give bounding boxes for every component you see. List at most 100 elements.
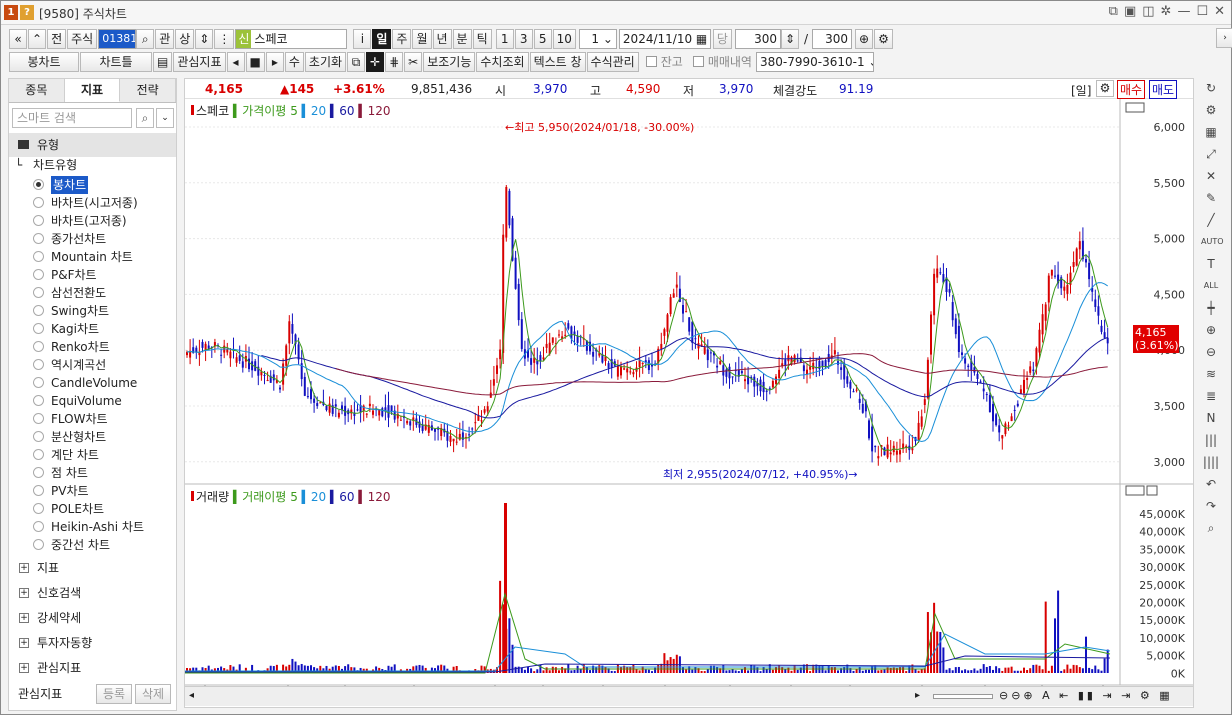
sell-button[interactable]: 매도 [1149, 80, 1178, 99]
trend-icon[interactable]: ⤢ [1201, 144, 1221, 164]
expand-icon[interactable]: + [19, 563, 29, 573]
chart-svg[interactable]: 6,0005,5005,0004,5004,0003,5003,00045,00… [185, 99, 1193, 707]
tab-indicators[interactable]: 지표 [64, 79, 121, 102]
value-lookup-button[interactable]: 수치조회 [476, 51, 529, 72]
undo-icon[interactable]: ↶ [1201, 474, 1221, 494]
watch-indicator-dropdown[interactable]: 관심지표 [173, 51, 226, 72]
chart-icon[interactable]: ▦ [1201, 122, 1221, 142]
redo-icon[interactable]: ↷ [1201, 496, 1221, 516]
help-icon[interactable]: ? [20, 5, 34, 20]
radio-chart-type[interactable] [33, 521, 44, 532]
sang-button[interactable]: 상 [175, 28, 195, 49]
chart-type-item[interactable]: 점 차트 [51, 464, 88, 482]
chart-settings-icon[interactable]: ⚙ [1096, 80, 1114, 97]
group-item[interactable]: 강세약세 [37, 609, 81, 626]
grid-icon[interactable]: ⋕ [385, 51, 404, 72]
count-spinner[interactable]: ⇕ [780, 28, 799, 49]
group-item[interactable]: 관심지표 [37, 659, 81, 676]
maximize-icon[interactable]: ☐ [1196, 4, 1208, 19]
all-icon[interactable]: ALL [1201, 276, 1221, 296]
num-3-button[interactable]: 3 [514, 28, 533, 49]
stock-type-dropdown[interactable]: 주식 [67, 28, 98, 49]
info-button[interactable]: i [353, 28, 372, 49]
expand-right-icon[interactable]: › [1216, 28, 1232, 48]
scroll-right-icon[interactable]: ▸ [265, 51, 284, 72]
expand-icon[interactable]: + [19, 588, 29, 598]
num-5-button[interactable]: 5 [533, 28, 552, 49]
radio-chart-type[interactable] [33, 485, 44, 496]
period-tick[interactable]: 틱 [472, 28, 492, 49]
stock-name-field[interactable]: 신 스페코 [235, 28, 348, 49]
period-week[interactable]: 주 [392, 28, 412, 49]
delete-button[interactable]: 삭제 [135, 684, 171, 704]
chart-type-item[interactable]: Swing차트 [51, 302, 109, 320]
period-month[interactable]: 월 [412, 28, 432, 49]
unit-select[interactable]: 1 ⌄ [578, 28, 617, 49]
count-input[interactable]: 300 [734, 28, 781, 49]
capture-icon[interactable]: ◫ [1142, 4, 1154, 19]
tab-strategy[interactable]: 전략 [120, 79, 177, 102]
chart-area[interactable]: 4,165 ▲145 +3.61% 9,851,436 시 3,970 고 4,… [184, 78, 1194, 708]
chart-type-item[interactable]: P&F차트 [51, 266, 97, 284]
expand-icon[interactable]: + [19, 638, 29, 648]
aux-functions-button[interactable]: 보조기능 [423, 51, 476, 72]
chart-type-item[interactable]: Kagi차트 [51, 320, 99, 338]
group-item[interactable]: 지표 [37, 559, 59, 576]
group-item[interactable]: 투자자동향 [37, 634, 92, 651]
scroll-bar[interactable]: ◂ ▸ ⊖⊖⊕ A ⇤ ▮▮ ⇥ ⇥ ⚙ ▦ [185, 686, 1193, 706]
radio-chart-type[interactable] [33, 287, 44, 298]
gear-icon[interactable]: ⚙ [874, 28, 893, 49]
zoom-slider[interactable] [933, 694, 993, 699]
cross-tool-icon[interactable]: ✕ [1201, 166, 1221, 186]
minimize-icon[interactable]: — [1177, 4, 1190, 19]
group-item[interactable]: 신호검색 [37, 584, 81, 601]
zoom-controls[interactable]: ⊖⊖⊕ A ⇤ ▮▮ ⇥ ⇥ ⚙ ▦ [999, 689, 1173, 702]
radio-chart-type[interactable] [33, 431, 44, 442]
expand-icon[interactable]: + [19, 613, 29, 623]
kwan-button[interactable]: 관 [155, 28, 175, 49]
candle-chart-dropdown[interactable]: 봉차트 [9, 51, 79, 72]
up-button[interactable]: ⌃ [28, 28, 47, 49]
chart-type-item[interactable]: 분산형차트 [51, 428, 106, 446]
register-button[interactable]: 등록 [96, 684, 132, 704]
radio-chart-type[interactable] [33, 305, 44, 316]
balance-checkbox[interactable] [645, 56, 657, 67]
expand-icon[interactable]: + [19, 663, 29, 673]
period-minute[interactable]: 분 [452, 28, 472, 49]
dang-button[interactable]: 당 [712, 28, 732, 49]
auto-icon[interactable]: AUTO [1201, 232, 1224, 252]
chart-type-item[interactable]: 삼선전환도 [51, 284, 106, 302]
chart-type-item[interactable]: 종가선차트 [51, 230, 106, 248]
tab-stocks[interactable]: 종목 [9, 79, 65, 102]
radio-chart-type[interactable] [33, 179, 44, 190]
trades-checkbox[interactable] [692, 56, 704, 67]
radio-chart-type[interactable] [33, 467, 44, 478]
search-icon[interactable]: ⌕ [136, 108, 154, 128]
crosshair-icon[interactable]: ✛ [366, 51, 385, 72]
magnify-icon[interactable]: ⌕ [1201, 518, 1221, 538]
scroll-right-arrow[interactable]: ▸ [915, 690, 920, 701]
bars-icon[interactable]: ||| [1201, 430, 1221, 450]
type-section-header[interactable]: 유형 [9, 133, 176, 157]
radio-chart-type[interactable] [33, 269, 44, 280]
scroll-left-icon[interactable]: ◂ [226, 51, 245, 72]
radio-chart-type[interactable] [33, 449, 44, 460]
chart-type-item[interactable]: FLOW차트 [51, 410, 108, 428]
date-input[interactable]: 2024/11/10 ▦ [618, 28, 711, 49]
radio-chart-type[interactable] [33, 377, 44, 388]
chart-type-item[interactable]: 바차트(시고저종) [51, 194, 138, 212]
period-day[interactable]: 일 [372, 28, 392, 49]
radio-chart-type[interactable] [33, 251, 44, 262]
window-icon[interactable]: ⧉ [347, 51, 366, 72]
window-number-icon[interactable]: 1 [4, 5, 18, 20]
account-select[interactable]: 380-7990-3610-1 ⌄ [755, 51, 874, 72]
prev-stock-button[interactable]: « [9, 28, 27, 49]
formula-manager-button[interactable]: 수식관리 [586, 51, 639, 72]
chart-type-item[interactable]: 바차트(고저종) [51, 212, 127, 230]
print-icon[interactable]: ▣ [1124, 4, 1136, 19]
scroll-left-arrow[interactable]: ◂ [189, 690, 194, 701]
settings-icon[interactable]: ✲ [1161, 4, 1172, 19]
chart-type-item[interactable]: EquiVolume [51, 392, 122, 410]
save-icon[interactable]: ▤ [153, 51, 173, 72]
lines-icon[interactable]: ≋ [1201, 364, 1221, 384]
